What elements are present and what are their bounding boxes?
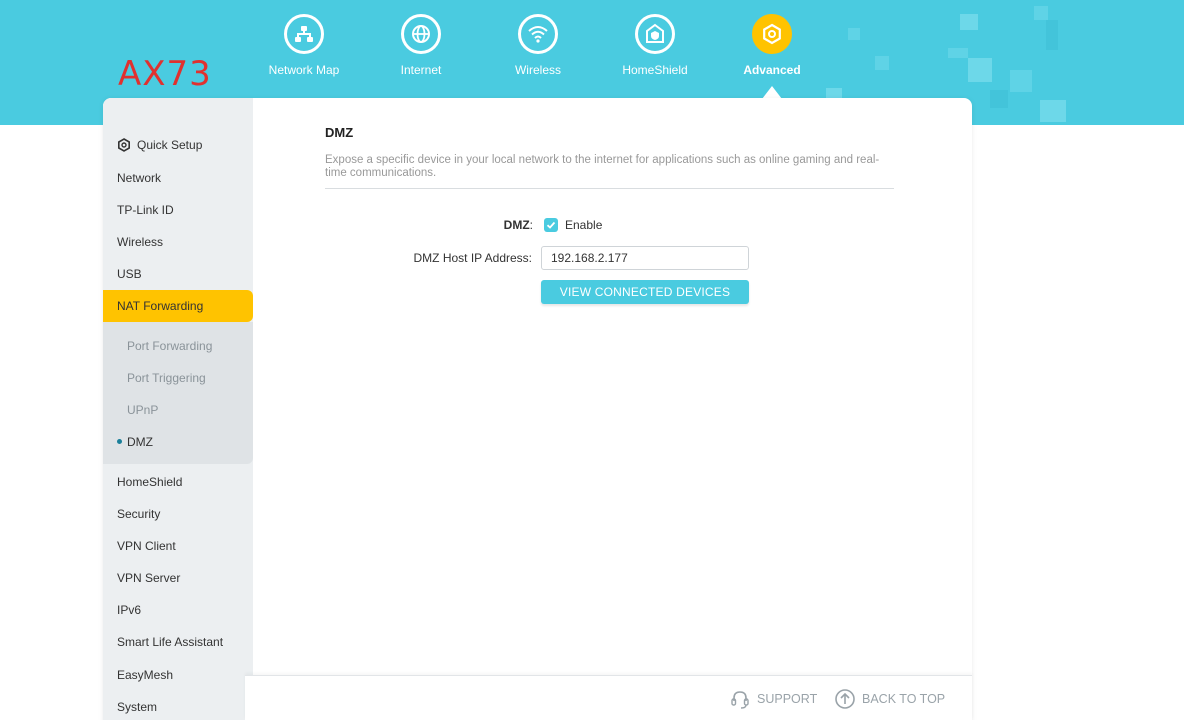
support-label: SUPPORT <box>757 692 818 706</box>
banner-decoration <box>1046 20 1058 50</box>
tab-network-map-label: Network Map <box>268 63 340 77</box>
back-to-top-label: BACK TO TOP <box>862 692 946 706</box>
sidebar-item-quick-setup[interactable]: Quick Setup <box>117 138 202 152</box>
quick-setup-icon <box>118 138 130 152</box>
sidebar-subitem-upnp[interactable]: UPnP <box>127 403 158 417</box>
nat-forwarding-submenu: Port Forwarding Port Triggering UPnP DMZ <box>103 322 253 464</box>
current-item-dot <box>117 439 122 445</box>
tab-internet-label: Internet <box>400 63 442 77</box>
dmz-enable-checkbox[interactable] <box>544 218 558 232</box>
sidebar-item-system[interactable]: System <box>117 700 157 714</box>
tab-wireless[interactable]: Wireless <box>478 14 598 77</box>
headset-icon <box>731 691 749 709</box>
main-card: Quick Setup Network TP-Link ID Wireless … <box>103 98 972 720</box>
support-link[interactable]: SUPPORT <box>729 688 817 710</box>
tab-advanced[interactable]: Advanced <box>712 14 832 77</box>
sidebar-item-smart-life-assistant[interactable]: Smart Life Assistant <box>117 635 223 649</box>
sidebar-subitem-port-forwarding[interactable]: Port Forwarding <box>127 339 212 353</box>
banner-decoration <box>875 56 889 70</box>
sidebar-item-usb[interactable]: USB <box>117 267 142 281</box>
sidebar-item-vpn-server[interactable]: VPN Server <box>117 571 180 585</box>
banner-decoration <box>968 58 992 82</box>
sidebar-item-homeshield[interactable]: HomeShield <box>117 475 182 489</box>
sidebar-item-network[interactable]: Network <box>117 171 161 185</box>
sidebar-subitem-dmz[interactable]: DMZ <box>117 435 153 449</box>
checkmark-icon <box>546 221 556 229</box>
arrow-up-circle-icon <box>835 689 855 709</box>
banner-decoration <box>848 28 860 40</box>
sidebar-item-easymesh[interactable]: EasyMesh <box>117 668 173 682</box>
sidebar-item-wireless[interactable]: Wireless <box>117 235 163 249</box>
sidebar-item-ipv6[interactable]: IPv6 <box>117 603 141 617</box>
page-title: DMZ <box>325 125 354 140</box>
enable-label: Enable <box>565 218 603 232</box>
banner-decoration <box>960 14 978 30</box>
tab-advanced-label: Advanced <box>743 63 801 77</box>
banner-decoration <box>948 48 968 58</box>
sidebar-item-tp-link-id[interactable]: TP-Link ID <box>117 203 174 217</box>
dmz-host-ip-label: DMZ Host IP Address: <box>413 251 532 265</box>
model-name: AX73 <box>118 54 212 94</box>
dmz-label-text: DMZ <box>503 218 530 232</box>
page-description: Expose a specific device in your local n… <box>325 154 880 179</box>
footer: SUPPORT BACK TO TOP <box>245 675 972 720</box>
sidebar-subitem-label: DMZ <box>127 435 153 449</box>
banner-decoration <box>1034 6 1048 20</box>
network-map-icon <box>284 14 324 54</box>
tab-network-map[interactable]: Network Map <box>244 14 364 77</box>
tab-wireless-label: Wireless <box>514 63 561 77</box>
view-connected-devices-button[interactable]: VIEW CONNECTED DEVICES <box>541 280 749 304</box>
homeshield-icon <box>635 14 675 54</box>
gear-icon <box>752 14 792 54</box>
sidebar-item-security[interactable]: Security <box>117 507 160 521</box>
back-to-top-link[interactable]: BACK TO TOP <box>834 688 945 710</box>
dmz-label-colon: : <box>529 218 533 232</box>
banner-decoration <box>1040 100 1066 122</box>
banner-decoration <box>990 90 1008 108</box>
wifi-icon <box>518 14 558 54</box>
divider <box>325 188 894 189</box>
tab-homeshield-label: HomeShield <box>622 63 688 77</box>
sidebar-item-label: Quick Setup <box>137 138 203 152</box>
banner-decoration <box>1010 70 1032 92</box>
tab-homeshield[interactable]: HomeShield <box>595 14 715 77</box>
dmz-host-ip-input[interactable] <box>541 246 749 270</box>
sidebar-item-nat-forwarding[interactable]: NAT Forwarding <box>103 290 253 322</box>
sidebar-item-label: NAT Forwarding <box>117 299 204 313</box>
tab-internet[interactable]: Internet <box>361 14 481 77</box>
sidebar: Quick Setup Network TP-Link ID Wireless … <box>103 98 253 720</box>
sidebar-item-vpn-client[interactable]: VPN Client <box>117 539 176 553</box>
dmz-label: DMZ: <box>483 218 533 232</box>
globe-icon <box>401 14 441 54</box>
sidebar-subitem-port-triggering[interactable]: Port Triggering <box>127 371 206 385</box>
